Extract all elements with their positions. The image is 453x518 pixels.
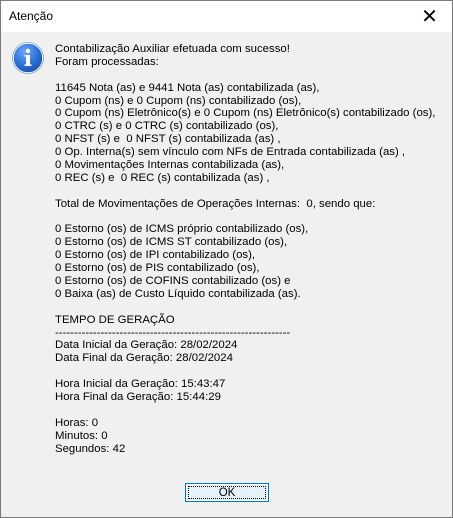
message-line: Contabilização Auxiliar efetuada com suc… (55, 43, 290, 55)
message-line: TEMPO DE GERAÇÃO (55, 313, 175, 326)
message-line: 0 REC (s) e 0 REC (s) contabilizada (as)… (55, 171, 270, 184)
message-line: 0 Estorno (os) de COFINS contabilizado (… (55, 275, 291, 288)
message-line: Foram processadas: (55, 55, 159, 68)
message-line: Total de Movimentações de Operações Inte… (55, 197, 376, 210)
message-line: 0 Estorno (os) de IPI contabilizado (os)… (55, 249, 256, 262)
message-line: Hora Final da Geração: 15:44:29 (55, 391, 221, 404)
message-line (55, 185, 445, 198)
message-line: 11645 Nota (as) e 9441 Nota (as) contabi… (55, 81, 320, 94)
message-line: Segundos: 42 (55, 442, 126, 455)
message-line: 0 Estorno (os) de ICMS ST contabilizado … (55, 236, 288, 249)
message-line: 0 Estorno (os) de ICMS próprio contabili… (55, 223, 309, 236)
message-line (55, 69, 445, 82)
message-line: Minutos: 0 (55, 429, 108, 442)
info-icon (12, 42, 44, 74)
message-line: 0 NFST (s) e 0 NFST (s) contabilizada (a… (55, 133, 281, 146)
message-line (55, 301, 445, 314)
message-line: Hora Inicial da Geração: 15:43:47 (55, 378, 226, 391)
message-line: 0 Estorno (os) de PIS contabilizado (os)… (55, 262, 260, 275)
focus-rect (188, 486, 266, 499)
message-line: 0 Cupom (ns) e 0 Cupom (ns) contabilizad… (55, 94, 302, 107)
message-line: 0 CTRC (s) e 0 CTRC (s) contabilizado (o… (55, 120, 279, 133)
close-icon[interactable]: ✕ (407, 1, 452, 32)
message-line: 0 Baixa (as) de Custo Líquido contabiliz… (55, 287, 301, 300)
message-line (55, 211, 445, 224)
title-bar[interactable]: Atenção ✕ (1, 1, 452, 32)
message-line: 0 Movimentações Internas contabilizada (… (55, 159, 285, 172)
dialog-window: Atenção ✕ Contabilização Auxiliar efetua… (0, 0, 453, 518)
message-line: ----------------------------------------… (55, 326, 291, 339)
window-title: Atenção (9, 9, 54, 23)
message-line: Data Final da Geração: 28/02/2024 (55, 352, 233, 365)
message-text: Contabilização Auxiliar efetuada com suc… (55, 43, 445, 456)
message-line (55, 365, 445, 378)
message-line: Data Inicial da Geração: 28/02/2024 (55, 339, 238, 352)
message-line: 0 Op. Interna(s) sem vínculo com NFs de … (55, 146, 406, 159)
ok-button[interactable]: OK (185, 483, 269, 502)
message-line: Horas: 0 (55, 416, 99, 429)
dialog-body: Contabilização Auxiliar efetuada com suc… (1, 32, 452, 517)
message-line: 0 Cupom (ns) Eletrônico(s) e 0 Cupom (ns… (55, 107, 436, 120)
message-line (55, 404, 445, 417)
